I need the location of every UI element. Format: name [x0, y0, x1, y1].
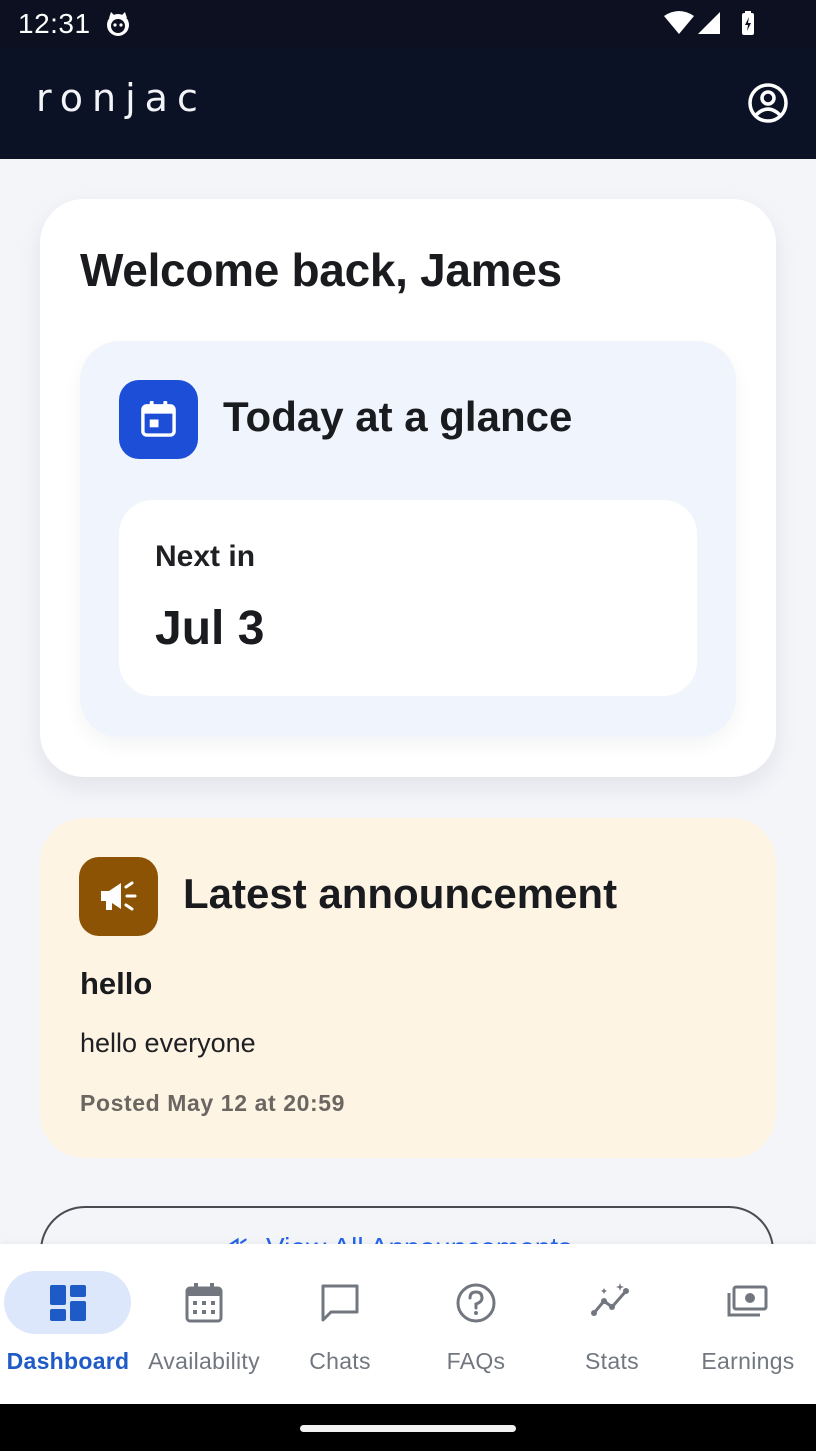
- chat-bubble-icon: [321, 1284, 359, 1322]
- bottom-navigation: Dashboard Availability Chats FAQs Stats …: [0, 1244, 816, 1404]
- calendar-grid-icon: [185, 1283, 223, 1323]
- nav-availability[interactable]: Availability: [136, 1244, 272, 1404]
- help-circle-icon: [456, 1283, 496, 1323]
- status-time: 12:31: [18, 8, 91, 39]
- payments-icon: [727, 1285, 768, 1317]
- cat-notification-icon: [104, 10, 132, 43]
- announcement-timestamp: Posted May 12 at 20:59: [80, 1090, 346, 1116]
- welcome-title: Welcome back, James: [80, 244, 562, 296]
- next-label: Next in: [155, 540, 256, 573]
- next-shift-card: Next in Jul 3: [119, 500, 697, 696]
- nav-label: FAQs: [446, 1348, 506, 1374]
- status-bar: 12:31: [0, 0, 816, 48]
- today-at-a-glance-panel: Today at a glance Next in Jul 3: [80, 341, 736, 737]
- cell-signal-icon: [698, 12, 720, 34]
- system-gesture-bar: [0, 1404, 816, 1451]
- nav-label: Chats: [309, 1348, 371, 1374]
- announcement-title: hello: [80, 966, 153, 1001]
- nav-dashboard[interactable]: Dashboard: [0, 1244, 136, 1404]
- nav-earnings[interactable]: Earnings: [680, 1244, 816, 1404]
- nav-chats[interactable]: Chats: [272, 1244, 408, 1404]
- announcement-heading: Latest announcement: [183, 870, 618, 917]
- nav-label: Stats: [585, 1348, 639, 1374]
- insights-icon: [591, 1283, 629, 1316]
- home-gesture-handle[interactable]: [300, 1425, 516, 1432]
- calendar-icon: [119, 380, 198, 459]
- battery-charging-icon: [742, 11, 754, 35]
- nav-label: Dashboard: [6, 1348, 130, 1374]
- nav-stats[interactable]: Stats: [544, 1244, 680, 1404]
- today-title: Today at a glance: [223, 393, 573, 440]
- app-bar: ronjac: [0, 48, 816, 159]
- wifi-icon: [664, 11, 694, 34]
- account-button[interactable]: [746, 81, 790, 125]
- app-logo: ronjac: [36, 76, 207, 120]
- status-icons: [664, 10, 764, 43]
- megaphone-icon: [79, 857, 158, 936]
- nav-label: Availability: [148, 1348, 260, 1374]
- welcome-card: Welcome back, James Today at a glance Ne…: [40, 199, 776, 777]
- account-circle-icon: [748, 83, 788, 123]
- latest-announcement-card: Latest announcement hello hello everyone…: [40, 818, 776, 1158]
- dashboard-icon: [50, 1285, 86, 1321]
- next-date: Jul 3: [155, 602, 265, 655]
- nav-label: Earnings: [701, 1348, 795, 1374]
- announcement-body: hello everyone: [80, 1028, 256, 1058]
- nav-faqs[interactable]: FAQs: [408, 1244, 544, 1404]
